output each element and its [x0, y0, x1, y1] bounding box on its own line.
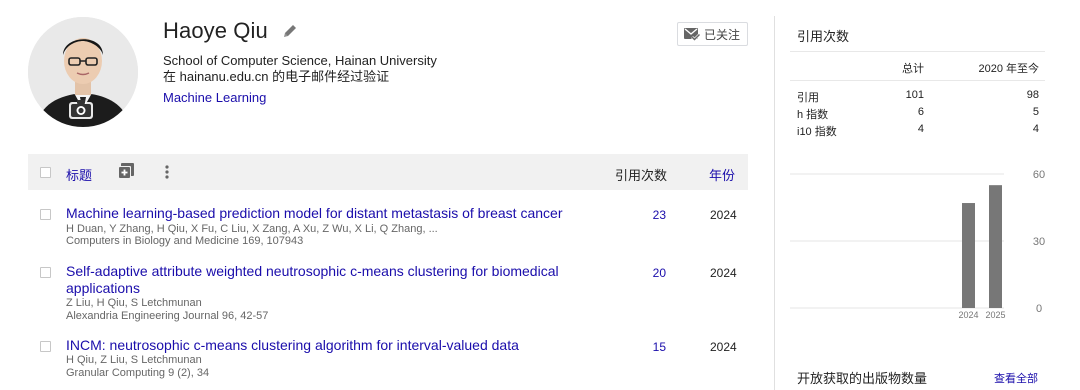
divider — [790, 80, 1045, 81]
chart-x-tick-label: 2025 — [985, 310, 1005, 320]
article-authors: H Qiu, Z Liu, S Letchmunan — [66, 354, 202, 366]
row-checkbox[interactable] — [40, 267, 51, 278]
row-checkbox[interactable] — [40, 209, 51, 220]
article-venue: Computers in Biology and Medicine 169, 1… — [66, 235, 304, 247]
profile-affiliation: School of Computer Science, Hainan Unive… — [163, 53, 437, 68]
select-all-checkbox[interactable] — [40, 167, 51, 178]
article-title-link[interactable]: INCM: neutrosophic c-means clustering al… — [66, 337, 566, 354]
chart-y-tick-label: 60 — [1033, 169, 1045, 181]
row-checkbox[interactable] — [40, 341, 51, 352]
metrics-col-since: 2020 年至今 — [978, 63, 1039, 75]
citation-count-link[interactable]: 23 — [626, 208, 666, 222]
view-all-link[interactable]: 查看全部 — [994, 370, 1038, 386]
camera-icon[interactable] — [68, 98, 94, 120]
citations-per-year-chart: 60 30 0 2024 2025 — [790, 169, 1045, 320]
metric-total: 6 — [917, 106, 924, 118]
article-authors: H Duan, Y Zhang, H Qiu, X Fu, C Liu, X Z… — [66, 223, 438, 235]
metric-since: 98 — [1026, 89, 1039, 101]
metric-since: 5 — [1032, 106, 1039, 118]
cited-by-title: 引用次数 — [797, 29, 850, 44]
profile-name: Haoye Qiu — [163, 18, 268, 43]
edit-pencil-icon[interactable] — [282, 23, 298, 39]
metric-total: 4 — [917, 123, 924, 135]
articles-table-header: 标题 引用次数 年份 — [28, 154, 748, 190]
follow-button[interactable]: 已关注 — [677, 22, 748, 46]
open-access-title: 开放获取的出版物数量 — [797, 371, 928, 386]
metric-label[interactable]: 引用 — [797, 89, 819, 105]
follow-button-label: 已关注 — [704, 27, 741, 42]
article-title-link[interactable]: Machine learning-based prediction model … — [66, 205, 566, 222]
chart-y-tick-label: 0 — [1036, 303, 1042, 315]
verified-email: 在 hainanu.edu.cn 的电子邮件经过验证 — [163, 69, 390, 84]
chart-bar — [989, 185, 1002, 308]
more-options-icon[interactable] — [162, 164, 172, 180]
metric-row-h-index: h 指数 6 5 — [797, 106, 1039, 122]
chart-y-tick-label: 30 — [1033, 236, 1045, 248]
metric-row-i10-index: i10 指数 4 4 — [797, 123, 1039, 139]
metric-total: 101 — [905, 89, 924, 101]
article-venue: Granular Computing 9 (2), 34 — [66, 367, 210, 379]
article-venue: Alexandria Engineering Journal 96, 42-57 — [66, 310, 269, 322]
sort-by-title[interactable]: 标题 — [66, 165, 92, 184]
citation-count-link[interactable]: 15 — [626, 340, 666, 354]
article-year: 2024 — [710, 340, 737, 354]
email-check-icon — [684, 28, 700, 41]
chart-x-tick-label: 2024 — [958, 310, 978, 320]
article-year: 2024 — [710, 266, 737, 280]
article-year: 2024 — [710, 208, 737, 222]
article-title-link[interactable]: Self-adaptive attribute weighted neutros… — [66, 263, 566, 297]
metric-label[interactable]: h 指数 — [797, 106, 828, 122]
metric-row-citations: 引用 101 98 — [797, 89, 1039, 105]
panel-divider — [774, 16, 775, 390]
sort-by-year[interactable]: 年份 — [709, 165, 735, 184]
sort-by-citations[interactable]: 引用次数 — [615, 165, 667, 184]
metric-since: 4 — [1032, 123, 1039, 135]
add-article-icon[interactable] — [118, 163, 134, 179]
divider — [790, 51, 1045, 52]
metrics-col-total: 总计 — [902, 63, 924, 75]
citation-count-link[interactable]: 20 — [626, 266, 666, 280]
research-interest-link[interactable]: Machine Learning — [163, 90, 266, 106]
metric-label[interactable]: i10 指数 — [797, 123, 837, 139]
chart-bar — [962, 203, 975, 308]
article-authors: Z Liu, H Qiu, S Letchmunan — [66, 297, 202, 309]
